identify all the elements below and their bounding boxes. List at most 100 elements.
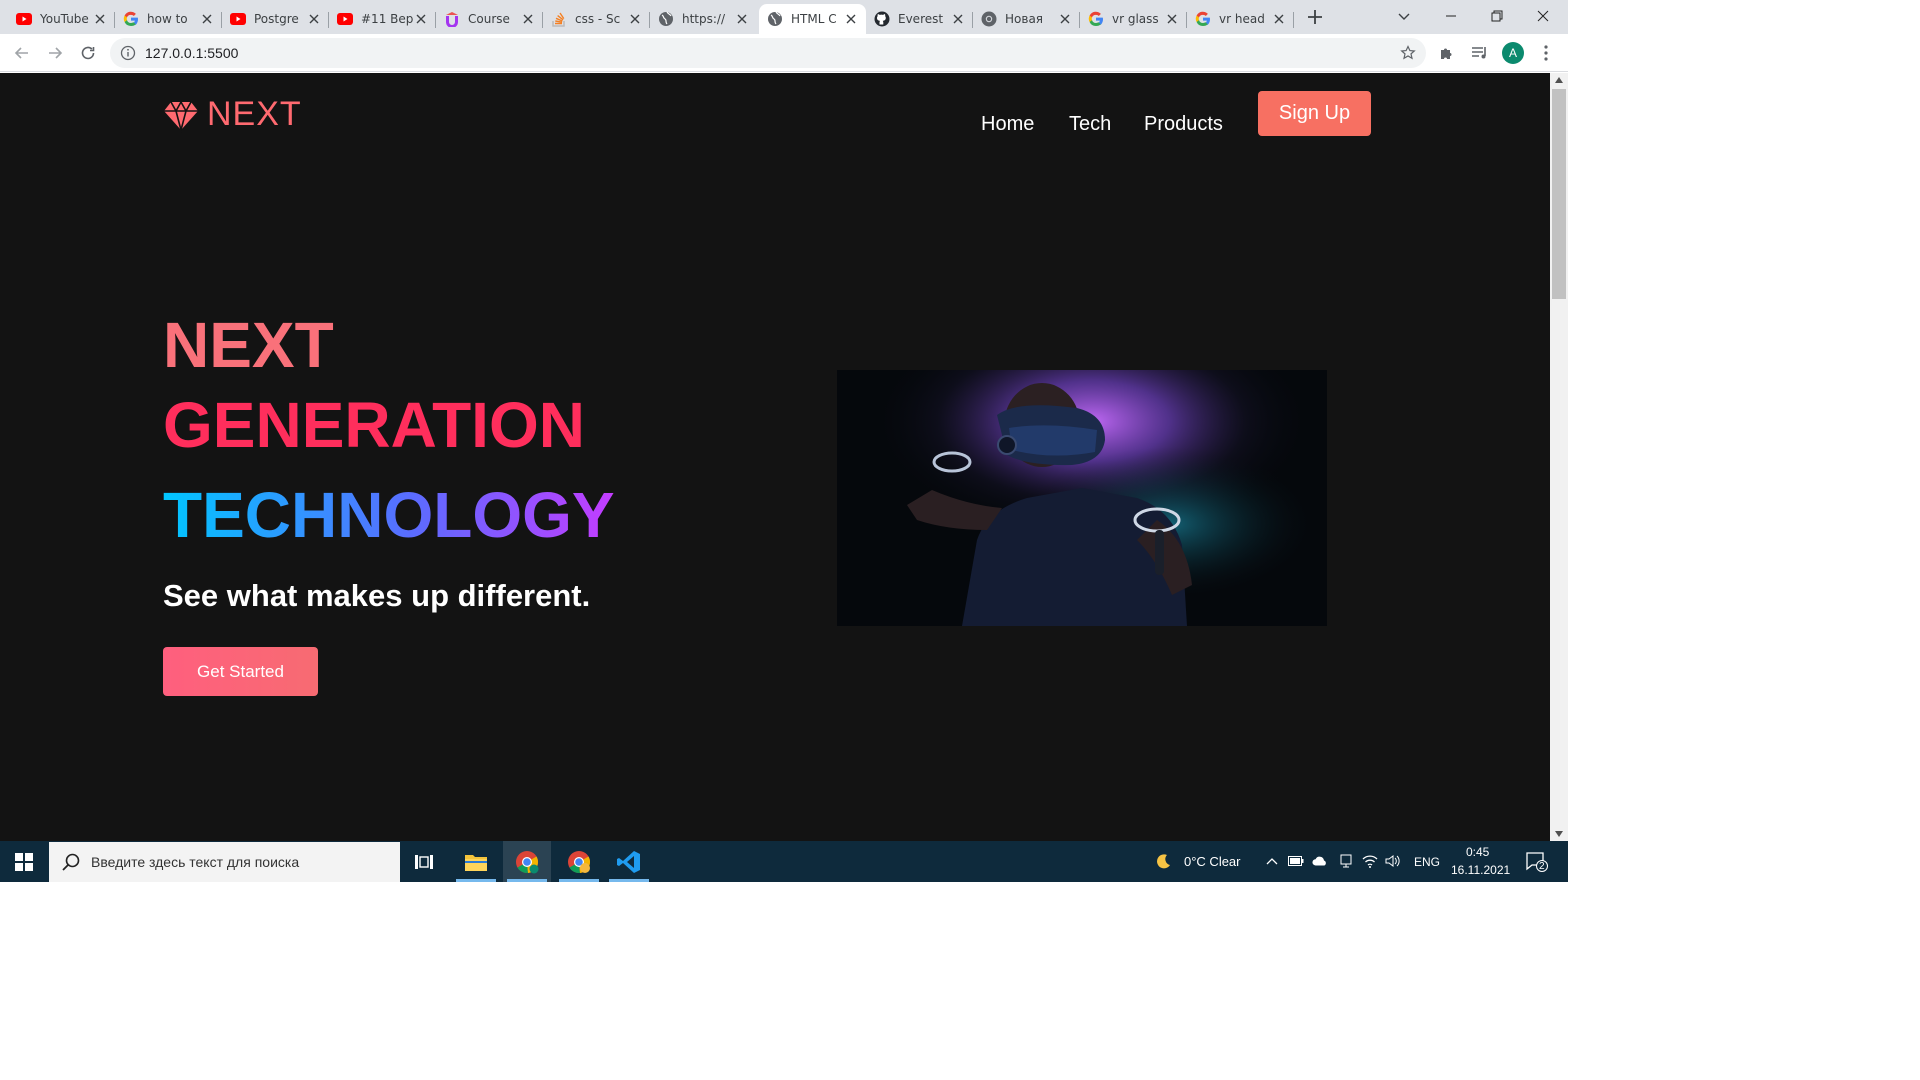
file-explorer-button[interactable]: [452, 841, 500, 882]
close-tab-icon[interactable]: [93, 12, 107, 26]
browser-tab[interactable]: Course: [436, 4, 543, 34]
browser-tab[interactable]: YouTube: [8, 4, 115, 34]
globe-icon: [767, 11, 783, 27]
task-view-button[interactable]: [400, 841, 448, 882]
tab-separator: [1293, 12, 1294, 28]
scroll-down-arrow-icon[interactable]: [1555, 831, 1563, 837]
nav-tech[interactable]: Tech: [1069, 113, 1111, 136]
close-tab-icon[interactable]: [200, 12, 214, 26]
weather-text[interactable]: 0°C Clear: [1184, 854, 1241, 869]
browser-tab[interactable]: vr head: [1187, 4, 1294, 34]
tab-title: Postgre: [254, 12, 299, 26]
clock-time[interactable]: 0:45: [1466, 845, 1489, 859]
heading-line-2: GENERATION: [163, 389, 585, 461]
volume-icon[interactable]: [1385, 853, 1401, 869]
browser-tab[interactable]: Новая: [973, 4, 1080, 34]
taskbar-search-box[interactable]: Введите здесь текст для поиска: [49, 842, 400, 882]
hero-tagline: See what makes up different.: [163, 578, 591, 613]
chrome-icon: [981, 11, 997, 27]
close-tab-icon[interactable]: [414, 12, 428, 26]
browser-tab[interactable]: HTML C: [759, 4, 866, 34]
close-tab-icon[interactable]: [521, 12, 535, 26]
chevron-up-icon[interactable]: [1264, 853, 1280, 869]
browser-tab[interactable]: https://: [650, 4, 757, 34]
heading-line-3: TECHNOLOGY: [163, 479, 615, 551]
extensions-button[interactable]: [1436, 42, 1458, 64]
close-tab-icon[interactable]: [1165, 12, 1179, 26]
tab-search-button[interactable]: [1396, 8, 1412, 24]
url-text[interactable]: 127.0.0.1:5500: [145, 45, 238, 61]
tab-title: Everest: [898, 12, 944, 26]
media-button[interactable]: [1469, 42, 1491, 64]
device-icon[interactable]: [1338, 853, 1354, 869]
onedrive-cloud-icon[interactable]: [1312, 853, 1328, 869]
tab-title: Новая: [1005, 12, 1044, 26]
minimize-button[interactable]: [1428, 0, 1474, 32]
close-tab-icon[interactable]: [628, 12, 642, 26]
browser-tab[interactable]: Postgre: [222, 4, 329, 34]
get-started-button[interactable]: Get Started: [163, 647, 318, 696]
arrow-left-icon: [14, 47, 28, 59]
youtube-icon: [337, 11, 353, 27]
tab-title: https://: [682, 12, 726, 26]
windows-taskbar: Введите здесь текст для поиска 0°C Clear…: [0, 841, 1568, 882]
battery-icon[interactable]: [1288, 853, 1304, 869]
browser-tab[interactable]: how to: [115, 4, 222, 34]
vr-headset-person-image: [837, 370, 1327, 626]
close-tab-icon[interactable]: [1272, 12, 1286, 26]
tab-title: HTML C: [791, 12, 837, 26]
windows-logo-icon: [15, 852, 33, 871]
close-window-button[interactable]: [1520, 0, 1566, 32]
tab-title: Course: [468, 12, 510, 26]
site-logo[interactable]: NEXT: [163, 95, 302, 134]
forward-button[interactable]: [44, 42, 66, 64]
clock-date[interactable]: 16.11.2021: [1451, 863, 1510, 877]
scrollbar-thumb[interactable]: [1552, 89, 1566, 299]
vscode-taskbar-button[interactable]: [605, 841, 653, 882]
page-viewport: NEXT Home Tech Products Sign Up NEXT GEN…: [0, 73, 1550, 841]
language-indicator[interactable]: ENG: [1414, 855, 1440, 869]
task-view-icon: [415, 854, 433, 869]
globe-icon: [658, 11, 674, 27]
chrome-profile-taskbar-button[interactable]: [555, 841, 603, 882]
info-icon[interactable]: [120, 45, 136, 61]
start-button[interactable]: [0, 841, 48, 882]
notification-count: 2: [1539, 861, 1545, 872]
close-tab-icon[interactable]: [844, 12, 858, 26]
chevron-down-icon: [1398, 13, 1410, 20]
new-tab-button[interactable]: [1305, 7, 1325, 27]
reload-button[interactable]: [77, 42, 99, 64]
close-tab-icon[interactable]: [1058, 12, 1072, 26]
logo-text: NEXT: [207, 95, 302, 133]
browser-menu-button[interactable]: [1535, 42, 1557, 64]
browser-tab[interactable]: #11 Вер: [329, 4, 436, 34]
tab-title: vr glass: [1112, 12, 1159, 26]
github-icon: [874, 11, 890, 27]
sign-up-button[interactable]: Sign Up: [1258, 91, 1371, 136]
heading-line-1: NEXT: [163, 309, 334, 381]
nav-home[interactable]: Home: [981, 113, 1034, 136]
diamond-icon: [164, 99, 198, 133]
browser-tab[interactable]: Everest: [866, 4, 973, 34]
restore-button[interactable]: [1474, 0, 1520, 32]
tab-title: css - Sc: [575, 12, 621, 26]
wifi-icon[interactable]: [1362, 853, 1378, 869]
chrome-icon: [516, 850, 539, 873]
tab-title: how to: [147, 12, 188, 26]
profile-avatar[interactable]: A: [1502, 42, 1524, 64]
browser-tab[interactable]: css - Sc: [543, 4, 650, 34]
back-button[interactable]: [11, 42, 33, 64]
scroll-up-arrow-icon[interactable]: [1555, 77, 1563, 83]
bookmark-star-icon[interactable]: [1400, 45, 1416, 61]
weather-moon-icon[interactable]: [1156, 853, 1172, 869]
close-tab-icon[interactable]: [307, 12, 321, 26]
browser-tab[interactable]: vr glass: [1080, 4, 1187, 34]
browser-toolbar: 127.0.0.1:5500 A: [0, 34, 1568, 72]
nav-products[interactable]: Products: [1144, 113, 1223, 136]
reload-icon: [81, 46, 95, 60]
close-tab-icon[interactable]: [951, 12, 965, 26]
address-bar[interactable]: 127.0.0.1:5500: [110, 38, 1426, 68]
page-scrollbar[interactable]: [1550, 73, 1568, 841]
close-tab-icon[interactable]: [735, 12, 749, 26]
chrome-taskbar-button[interactable]: [503, 841, 551, 882]
